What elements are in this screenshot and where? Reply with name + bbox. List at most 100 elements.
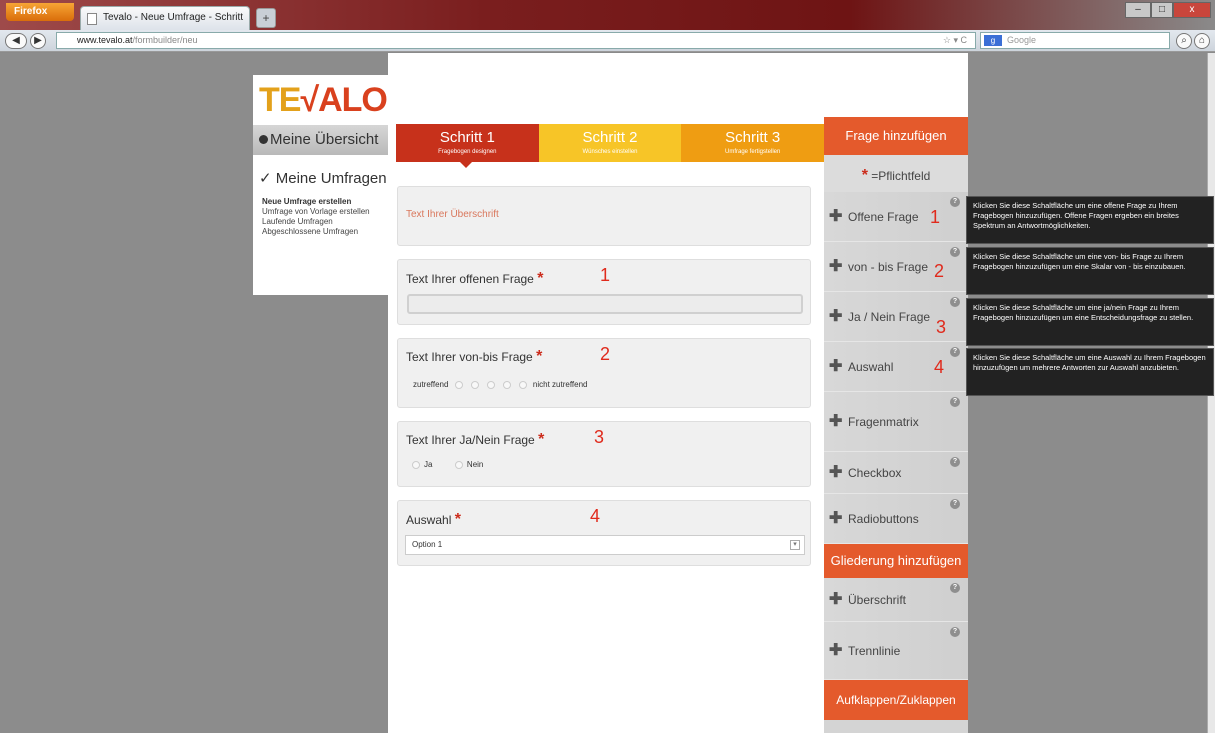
forward-button[interactable]: ▶ (30, 33, 46, 49)
info-icon[interactable]: ? (950, 457, 960, 467)
browser-tab[interactable]: Tevalo - Neue Umfrage - Schritt 1 (80, 6, 250, 45)
add-structure-header: Gliederung hinzufügen (824, 544, 968, 578)
back-button[interactable]: ◀ (5, 33, 27, 49)
scale-radio[interactable] (454, 380, 463, 389)
google-icon: g (984, 35, 1002, 46)
plus-icon: ✚ (829, 308, 843, 325)
annotation-number: 4 (934, 357, 945, 377)
question-text: Text Ihrer offenen Frage (406, 272, 534, 286)
link-impressum[interactable]: Impressum (815, 95, 859, 104)
question-text: Text Ihrer von-bis Frage (406, 350, 533, 364)
step-title: Schritt 3 (725, 129, 781, 146)
new-tab-button[interactable]: + (256, 8, 276, 28)
panel-item-label: von - bis Frage (848, 260, 929, 274)
sidebar-link-closed[interactable]: Abgeschlossene Umfragen (262, 227, 388, 237)
heading-text[interactable]: Text Ihrer Überschrift (406, 209, 499, 220)
bookmark-star-icon[interactable]: ☆ ▾ C (943, 33, 967, 48)
plus-icon: ✚ (829, 208, 843, 225)
annotation-number: 1 (600, 265, 611, 285)
range-scale: zutreffend nicht zutreffend (413, 380, 587, 389)
expand-collapse-button[interactable]: Aufklappen/Zuklappen (824, 680, 968, 720)
required-asterisk: * (537, 270, 544, 287)
required-legend: * =Pflichtfeld (824, 155, 968, 197)
link-faq[interactable]: FAQ (864, 95, 884, 104)
add-divider-button[interactable]: ✚ Trennlinie? (824, 622, 968, 680)
scale-radio[interactable] (486, 380, 495, 389)
home-icon[interactable]: ⌂ (1194, 33, 1210, 49)
step-3-tab[interactable]: Schritt 3 Umfrage fertigstellen (681, 124, 825, 162)
no-radio[interactable] (454, 460, 463, 469)
sidebar-overview-label: Meine Übersicht (270, 131, 379, 148)
firefox-menu-button[interactable]: Firefox (6, 3, 74, 21)
add-heading-button[interactable]: ✚ Überschrift? (824, 578, 968, 622)
info-icon[interactable]: ? (950, 297, 960, 307)
scale-radio[interactable] (502, 380, 511, 389)
url-domain: www.tevalo.at (77, 35, 133, 45)
question-label: Text Ihrer von-bis Frage * (406, 348, 542, 366)
add-range-question-button[interactable]: ✚ von - bis Frage 2? (824, 242, 968, 292)
search-icon[interactable]: ⌕ (1176, 33, 1192, 49)
chevron-down-icon[interactable]: ▾ (790, 540, 800, 550)
sidebar-link-new-survey[interactable]: Neue Umfrage erstellen (262, 197, 388, 207)
panel-item-label: Überschrift (848, 593, 907, 607)
panel-item-label: Radiobuttons (848, 512, 919, 526)
tooltip-choice: Klicken Sie diese Schaltfläche um eine A… (966, 348, 1214, 396)
scale-radio[interactable] (470, 380, 479, 389)
maximize-button[interactable]: □ (1151, 2, 1173, 18)
step-tabs: Schritt 1 Fragebogen designen Schritt 2 Wü… (396, 124, 825, 168)
search-box[interactable]: g Google (980, 32, 1170, 49)
add-choice-button[interactable]: ✚ Auswahl 4? (824, 342, 968, 392)
step-1-tab[interactable]: Schritt 1 Fragebogen designen (396, 124, 539, 168)
required-asterisk: * (538, 431, 545, 448)
add-checkbox-button[interactable]: ✚ Checkbox? (824, 452, 968, 494)
add-matrix-button[interactable]: ✚ Fragenmatrix? (824, 392, 968, 452)
step-subtitle: Umfrage fertigstellen (725, 149, 781, 155)
tooltip-yesno-question: Klicken Sie diese Schaltfläche um eine j… (966, 298, 1214, 346)
yesno-question-box[interactable]: Text Ihrer Ja/Nein Frage * 3 Ja Nein (397, 421, 811, 487)
panel-item-label: Auswahl (848, 360, 894, 374)
range-question-box[interactable]: Text Ihrer von-bis Frage * 2 zutreffend … (397, 338, 811, 408)
choice-question-box[interactable]: Auswahl * 4 Option 1 ▾ (397, 500, 811, 566)
tooltip-range-question: Klicken Sie diese Schaltfläche um eine v… (966, 247, 1214, 295)
step-2-tab[interactable]: Schritt 2 Wünsches einstellen (538, 124, 682, 162)
address-bar[interactable]: www.tevalo.at/formbuilder/neu ☆ ▾ C (56, 32, 976, 49)
navigation-bar: ◀ ▶ www.tevalo.at/formbuilder/neu ☆ ▾ C g… (0, 30, 1215, 52)
info-icon[interactable]: ? (950, 347, 960, 357)
panel-item-label: Checkbox (848, 466, 902, 480)
search-placeholder: Google (1007, 35, 1037, 45)
link-contact[interactable]: Kontakt (890, 95, 921, 104)
tevalo-logo[interactable]: TE√ALO (253, 75, 388, 125)
add-yesno-question-button[interactable]: ✚ Ja / Nein Frage 3? (824, 292, 968, 342)
close-window-button[interactable]: x (1173, 2, 1211, 18)
top-links: Über Tevalo | Impressum | FAQ | Kontakt | Logout (762, 93, 956, 107)
step-title: Schritt 1 (439, 129, 495, 146)
add-open-question-button[interactable]: ✚ Offene Frage 1? (824, 192, 968, 242)
info-icon[interactable]: ? (950, 627, 960, 637)
sidebar-link-from-template[interactable]: Umfrage von Vorlage erstellen (262, 207, 388, 217)
question-text: Text Ihrer Ja/Nein Frage (406, 433, 535, 447)
sidebar-link-running[interactable]: Laufende Umfragen (262, 217, 388, 227)
sidebar-my-surveys[interactable]: ✓ Meine Umfragen (253, 161, 388, 197)
link-logout[interactable]: Logout (928, 95, 956, 104)
sidebar-overview[interactable]: Meine Übersicht (253, 125, 388, 155)
scale-radio[interactable] (518, 380, 527, 389)
add-radiobuttons-button[interactable]: ✚ Radiobuttons? (824, 494, 968, 544)
minimize-button[interactable]: – (1125, 2, 1151, 18)
open-question-box[interactable]: Text Ihrer offenen Frage * 1 (397, 259, 811, 325)
heading-box[interactable]: Text Ihrer Überschrift (397, 186, 811, 246)
info-icon[interactable]: ? (950, 197, 960, 207)
step-title: Schritt 2 (582, 129, 638, 146)
info-icon[interactable]: ? (950, 397, 960, 407)
info-icon[interactable]: ? (950, 247, 960, 257)
info-icon[interactable]: ? (950, 499, 960, 509)
info-icon[interactable]: ? (950, 583, 960, 593)
choice-select[interactable]: Option 1 ▾ (405, 535, 805, 555)
link-about[interactable]: Über Tevalo (762, 95, 809, 104)
panel-footer (824, 720, 968, 733)
plus-icon: ✚ (829, 413, 843, 430)
yes-radio[interactable] (412, 460, 420, 469)
step-subtitle: Fragebogen designen (438, 149, 497, 155)
open-answer-input[interactable] (407, 294, 803, 314)
yes-label: Ja (424, 460, 433, 469)
add-question-header: Frage hinzufügen (824, 117, 968, 155)
